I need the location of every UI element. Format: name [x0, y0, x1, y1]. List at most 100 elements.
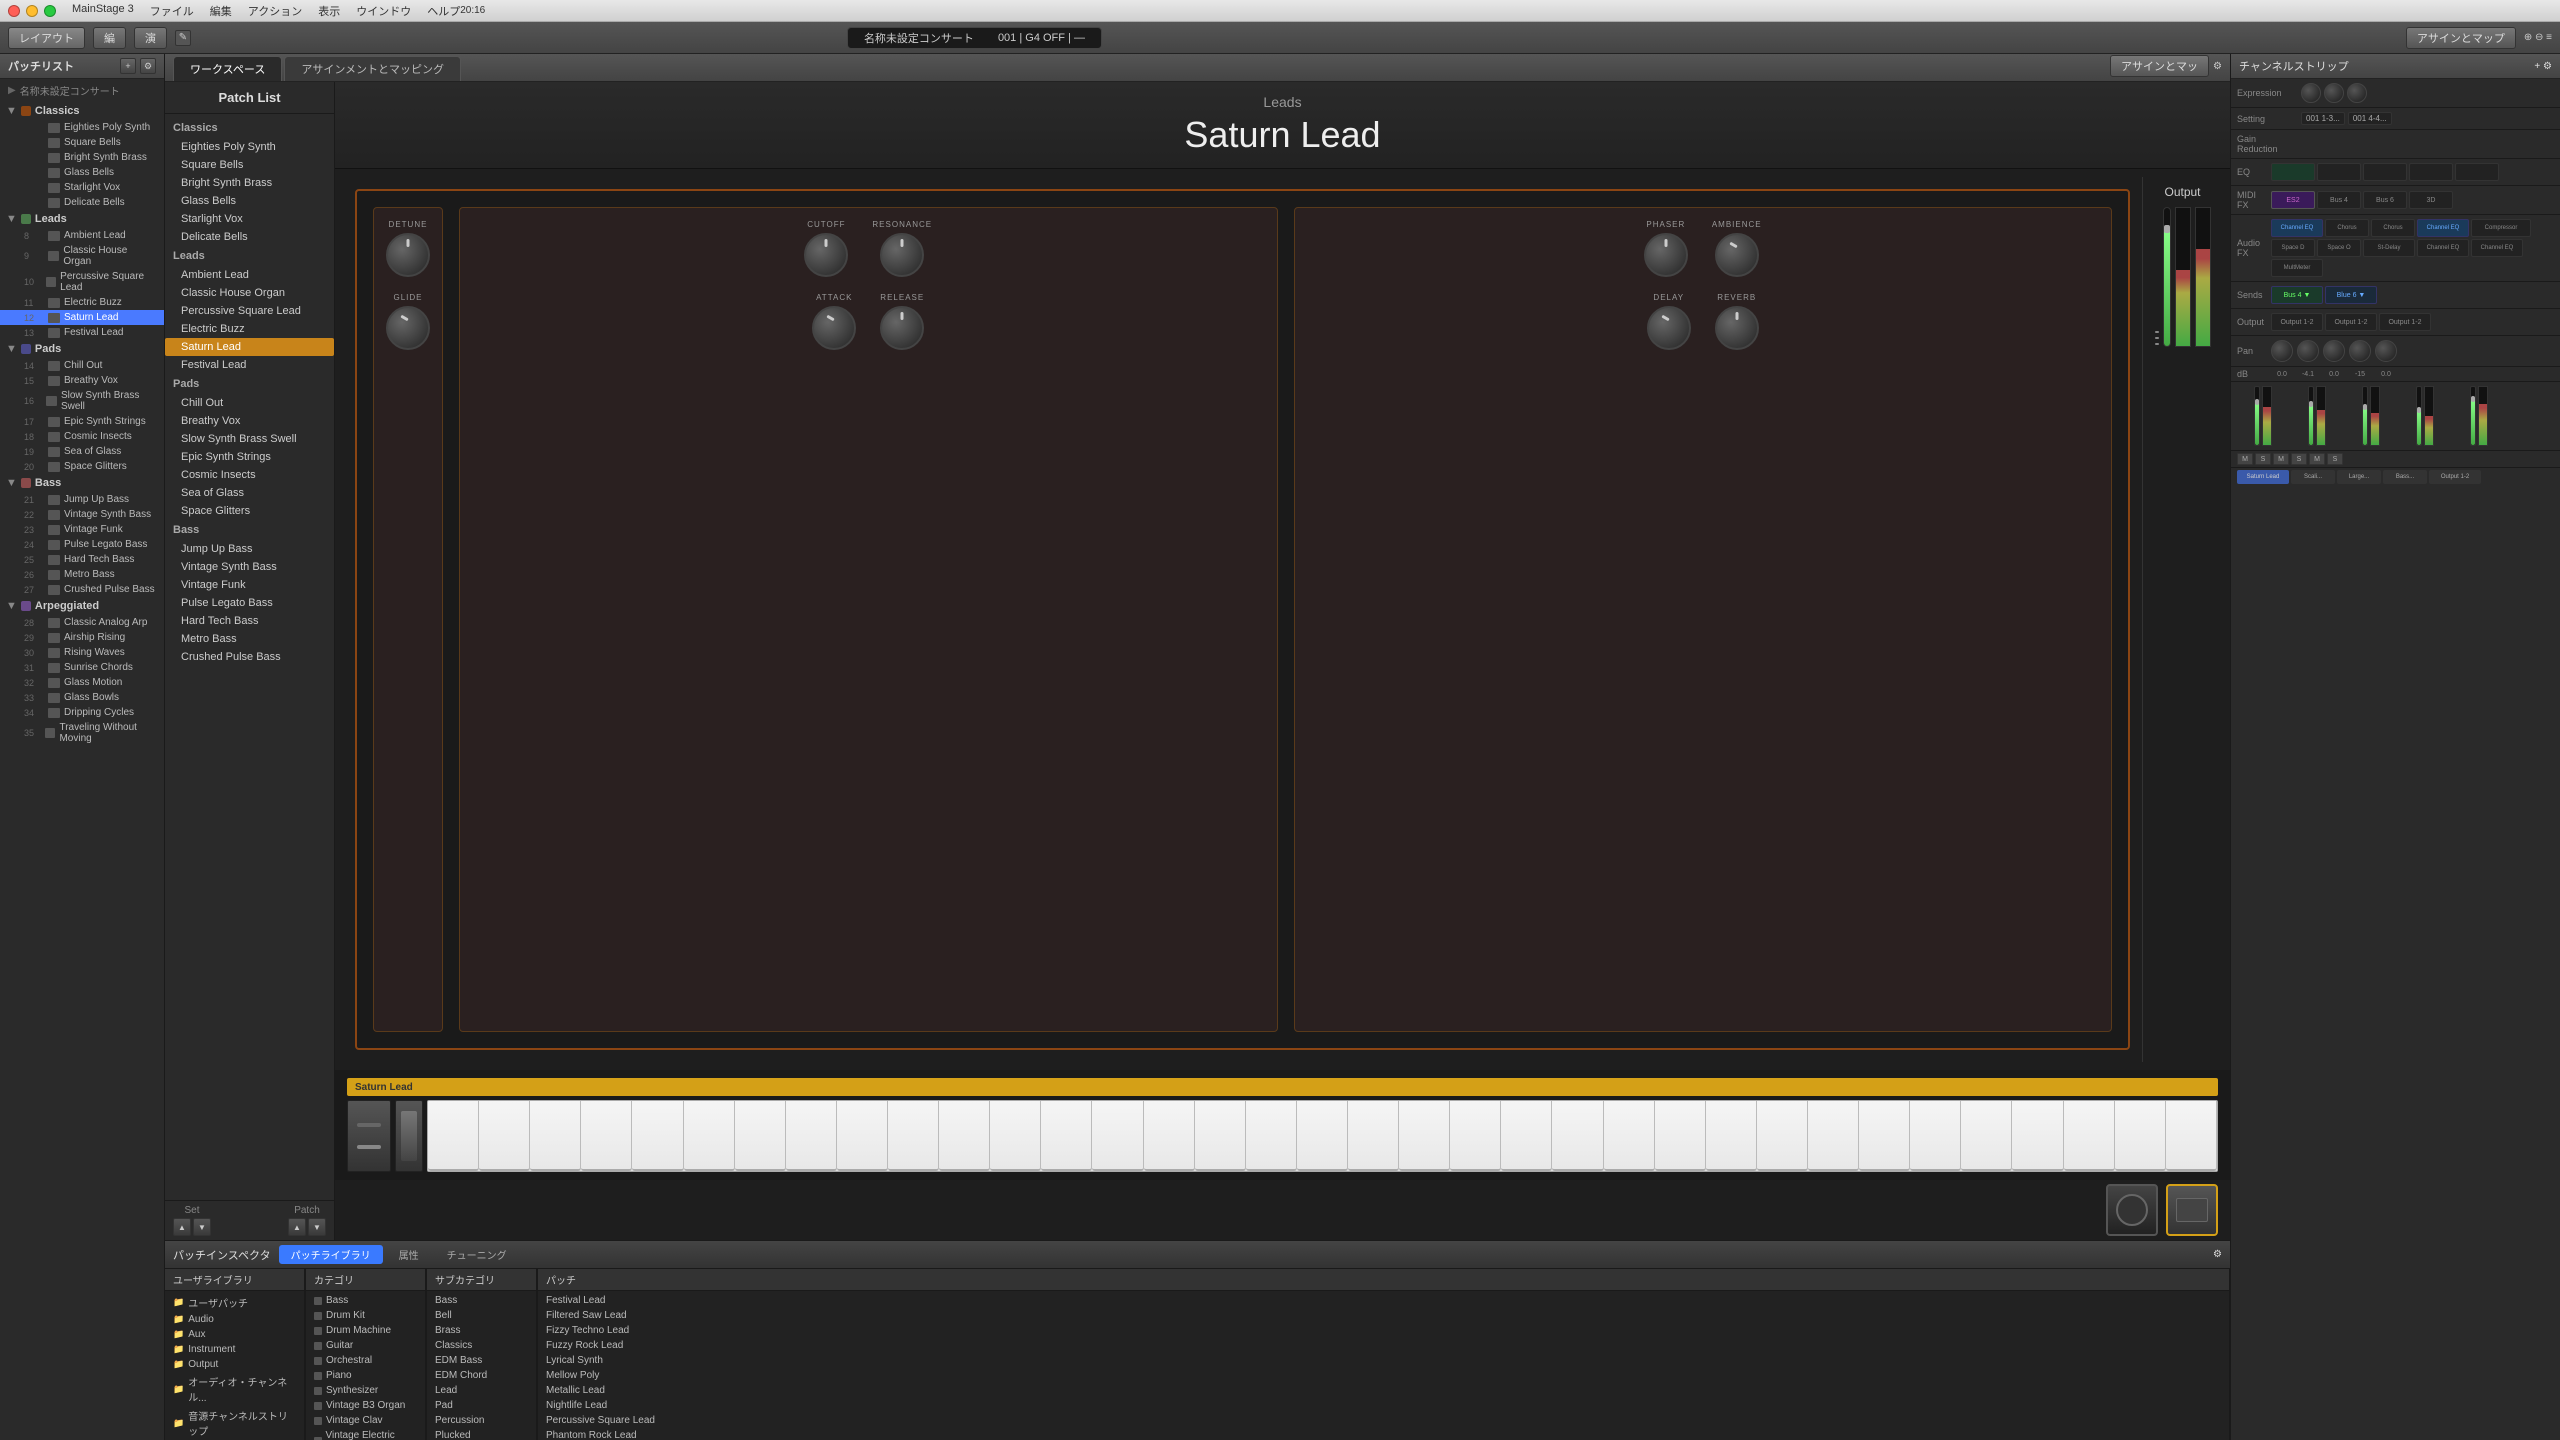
pan-knob-5[interactable] — [2375, 340, 2397, 362]
white-key[interactable] — [1195, 1101, 1246, 1171]
send-blue6[interactable]: Blue 6 ▼ — [2325, 286, 2377, 304]
white-key[interactable] — [1041, 1101, 1092, 1171]
plist-item[interactable]: Square Bells — [165, 156, 334, 174]
expression-knob-3[interactable] — [2347, 83, 2367, 103]
detune-knob[interactable] — [386, 233, 430, 277]
glide-knob[interactable] — [386, 306, 430, 350]
plist-item[interactable]: Percussive Square Lead — [165, 302, 334, 320]
plist-item[interactable]: Glass Bells — [165, 192, 334, 210]
pitch-sliders[interactable] — [357, 1123, 381, 1149]
patch-item[interactable]: 33 Glass Bowls — [0, 690, 164, 705]
plist-item[interactable]: Slow Synth Brass Swell — [165, 430, 334, 448]
fader-handle[interactable] — [2164, 225, 2170, 233]
patch-item[interactable]: 17 Epic Synth Strings — [0, 414, 164, 429]
lib-item[interactable]: 📁 Aux — [165, 1327, 304, 1342]
eq-cell-4[interactable] — [2409, 163, 2453, 181]
plist-item[interactable]: Crushed Pulse Bass — [165, 648, 334, 666]
patch-item[interactable]: Delicate Bells — [0, 195, 164, 210]
audio-fx-compressor[interactable]: Compressor — [2471, 219, 2531, 237]
delay-knob[interactable] — [1647, 306, 1691, 350]
patch-item[interactable]: 10 Percussive Square Lead — [0, 269, 164, 295]
menu-help[interactable]: ヘルプ — [427, 3, 460, 19]
output-fader-track[interactable] — [2163, 207, 2171, 347]
white-key[interactable] — [1092, 1101, 1143, 1171]
tab-patch-library[interactable]: パッチライブラリ — [279, 1245, 383, 1264]
menu-window[interactable]: ウインドウ — [356, 3, 411, 19]
workspace-options-icon[interactable]: ⚙ — [2213, 61, 2222, 72]
plist-item[interactable]: Starlight Vox — [165, 210, 334, 228]
patch-list-controls[interactable]: + ⚙ — [120, 58, 156, 74]
lib-item[interactable]: 📁 音源チャンネルストリップ — [165, 1406, 304, 1440]
mute-btn-3[interactable]: M — [2309, 453, 2325, 465]
audio-fx-channel-eq-3[interactable]: Channel EQ — [2417, 239, 2469, 257]
tab-workspace[interactable]: ワークスペース — [173, 56, 282, 81]
white-key[interactable] — [2012, 1101, 2063, 1171]
lib-category-item[interactable]: Orchestral — [306, 1353, 425, 1368]
white-key[interactable] — [581, 1101, 632, 1171]
patch-item[interactable]: Starlight Vox — [0, 180, 164, 195]
menu-edit[interactable]: 編集 — [210, 3, 232, 19]
plist-item[interactable]: Vintage Synth Bass — [165, 558, 334, 576]
white-key[interactable] — [1706, 1101, 1757, 1171]
plist-item[interactable]: Classic House Organ — [165, 284, 334, 302]
resonance-knob[interactable] — [880, 233, 924, 277]
keyboard[interactable] — [427, 1100, 2218, 1172]
plist-item[interactable]: Sea of Glass — [165, 484, 334, 502]
ch-fader-1[interactable] — [2308, 386, 2326, 446]
patch-item[interactable]: 13 Festival Lead — [0, 325, 164, 340]
output-cell-1[interactable]: Output 1-2 — [2271, 313, 2323, 331]
white-key[interactable] — [786, 1101, 837, 1171]
mute-btn-1[interactable]: M — [2237, 453, 2253, 465]
white-key[interactable] — [2115, 1101, 2166, 1171]
white-key[interactable] — [2166, 1101, 2217, 1171]
plist-item[interactable]: Eighties Poly Synth — [165, 138, 334, 156]
audio-fx-channel-eq-4[interactable]: Channel EQ — [2471, 239, 2523, 257]
plist-item[interactable]: Epic Synth Strings — [165, 448, 334, 466]
white-key[interactable] — [888, 1101, 939, 1171]
ambience-knob[interactable] — [1715, 233, 1759, 277]
patch-group-classics[interactable]: ▼ Classics — [0, 102, 164, 120]
lib-category-item[interactable]: Vintage B3 Organ — [306, 1398, 425, 1413]
plist-item[interactable]: Saturn Lead — [165, 338, 334, 356]
patch-item[interactable]: 34 Dripping Cycles — [0, 705, 164, 720]
ch-fader-handle-4[interactable] — [2471, 396, 2476, 402]
white-key[interactable] — [2064, 1101, 2115, 1171]
patch-item[interactable]: 20 Space Glitters — [0, 459, 164, 474]
mod-wheel-slider[interactable] — [401, 1111, 417, 1161]
lib-subcategory-item[interactable]: Percussion — [427, 1413, 536, 1428]
ch-fader-track-4[interactable] — [2470, 386, 2476, 446]
close-button[interactable] — [8, 5, 20, 17]
lib-subcategory-item[interactable]: Plucked — [427, 1428, 536, 1440]
ch-fader-handle-3[interactable] — [2417, 407, 2422, 413]
eq-cell-2[interactable] — [2317, 163, 2361, 181]
plist-item[interactable]: Festival Lead — [165, 356, 334, 374]
patch-item[interactable]: 24 Pulse Legato Bass — [0, 537, 164, 552]
patch-item[interactable]: 22 Vintage Synth Bass — [0, 507, 164, 522]
pencil-icon[interactable]: ✎ — [175, 30, 191, 46]
white-key[interactable] — [530, 1101, 581, 1171]
white-key[interactable] — [1450, 1101, 1501, 1171]
mute-btn-2[interactable]: M — [2273, 453, 2289, 465]
patch-item[interactable]: Square Bells — [0, 135, 164, 150]
menu-file[interactable]: ファイル — [150, 3, 194, 19]
white-key[interactable] — [1808, 1101, 1859, 1171]
audio-fx-mult-meter[interactable]: MultMeter — [2271, 259, 2323, 277]
lib-subcategory-item[interactable]: Classics — [427, 1338, 536, 1353]
plist-item[interactable]: Electric Buzz — [165, 320, 334, 338]
patch-item[interactable]: 35 Traveling Without Moving — [0, 720, 164, 746]
lib-patch-item[interactable]: Phantom Rock Lead — [538, 1428, 2229, 1440]
ch-fader-track-2[interactable] — [2362, 386, 2368, 446]
eq-cell-1[interactable] — [2271, 163, 2315, 181]
white-key[interactable] — [1297, 1101, 1348, 1171]
plist-item[interactable]: Chill Out — [165, 394, 334, 412]
plist-item[interactable]: Ambient Lead — [165, 266, 334, 284]
white-key[interactable] — [1910, 1101, 1961, 1171]
plist-item[interactable]: Pulse Legato Bass — [165, 594, 334, 612]
lib-subcategory-item[interactable]: Lead — [427, 1383, 536, 1398]
lib-patch-item[interactable]: Percussive Square Lead — [538, 1413, 2229, 1428]
patch-item[interactable]: 30 Rising Waves — [0, 645, 164, 660]
lib-item[interactable]: 📁 Output — [165, 1357, 304, 1372]
lib-category-item[interactable]: Drum Kit — [306, 1308, 425, 1323]
patch-item[interactable]: 25 Hard Tech Bass — [0, 552, 164, 567]
patch-item[interactable]: 16 Slow Synth Brass Swell — [0, 388, 164, 414]
